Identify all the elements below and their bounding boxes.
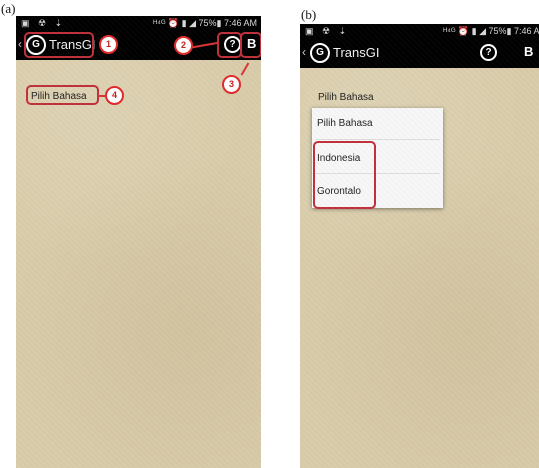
status-right-info: ᴴ⁴ᴳ ⏰ ▮ ◢ 75%▮ 7:46 AM bbox=[443, 26, 539, 36]
divider bbox=[315, 173, 440, 174]
phone-screen-b: ▣ ☢ ⇣ ᴴ⁴ᴳ ⏰ ▮ ◢ 75%▮ 7:46 AM ‹ G TransGI… bbox=[300, 24, 539, 468]
help-icon[interactable]: ? bbox=[480, 44, 497, 61]
divider bbox=[315, 139, 440, 140]
app-bar: ‹ G TransGI ? B bbox=[300, 38, 539, 68]
status-bar: ▣ ☢ ⇣ ᴴ⁴ᴳ ⏰ ▮ ◢ 75%▮ 7:46 AM bbox=[300, 24, 539, 38]
b-button[interactable]: B bbox=[247, 36, 256, 51]
callout-4: 4 bbox=[105, 86, 124, 105]
app-title[interactable]: TransGI bbox=[333, 45, 379, 60]
dropdown-option-pilih-bahasa[interactable]: Pilih Bahasa bbox=[312, 118, 443, 129]
dropdown-option-indonesia[interactable]: Indonesia bbox=[312, 153, 443, 164]
status-left-icons: ▣ ☢ ⇣ bbox=[21, 18, 66, 28]
callout-3-connector bbox=[240, 62, 250, 76]
help-icon[interactable]: ? bbox=[224, 36, 241, 53]
phone-screen-a: ▣ ☢ ⇣ ᴴ⁴ᴳ ⏰ ▮ ◢ 75%▮ 7:46 AM ‹ G TransGI… bbox=[16, 16, 261, 468]
panel-label-a: (a) bbox=[1, 1, 16, 16]
status-left-icons: ▣ ☢ ⇣ bbox=[305, 26, 350, 36]
b-button[interactable]: B bbox=[524, 44, 533, 59]
app-logo-icon[interactable]: G bbox=[310, 43, 330, 63]
language-dropdown: Pilih Bahasa Indonesia Gorontalo bbox=[312, 108, 443, 208]
language-spinner[interactable]: Pilih Bahasa bbox=[31, 91, 87, 102]
back-chevron-icon[interactable]: ‹ bbox=[302, 45, 306, 59]
language-spinner[interactable]: Pilih Bahasa bbox=[318, 92, 374, 103]
dropdown-option-gorontalo[interactable]: Gorontalo bbox=[312, 186, 443, 197]
callout-1: 1 bbox=[99, 35, 118, 54]
panel-label-b: (b) bbox=[301, 7, 317, 22]
callout-2: 2 bbox=[174, 36, 193, 55]
app-title[interactable]: TransGI bbox=[49, 37, 95, 52]
app-bar: ‹ G TransGI ? B bbox=[16, 30, 261, 60]
app-logo-icon[interactable]: G bbox=[26, 35, 46, 55]
back-chevron-icon[interactable]: ‹ bbox=[18, 37, 22, 51]
status-bar: ▣ ☢ ⇣ ᴴ⁴ᴳ ⏰ ▮ ◢ 75%▮ 7:46 AM bbox=[16, 16, 261, 30]
status-right-info: ᴴ⁴ᴳ ⏰ ▮ ◢ 75%▮ 7:46 AM bbox=[153, 18, 257, 28]
callout-3: 3 bbox=[222, 75, 241, 94]
